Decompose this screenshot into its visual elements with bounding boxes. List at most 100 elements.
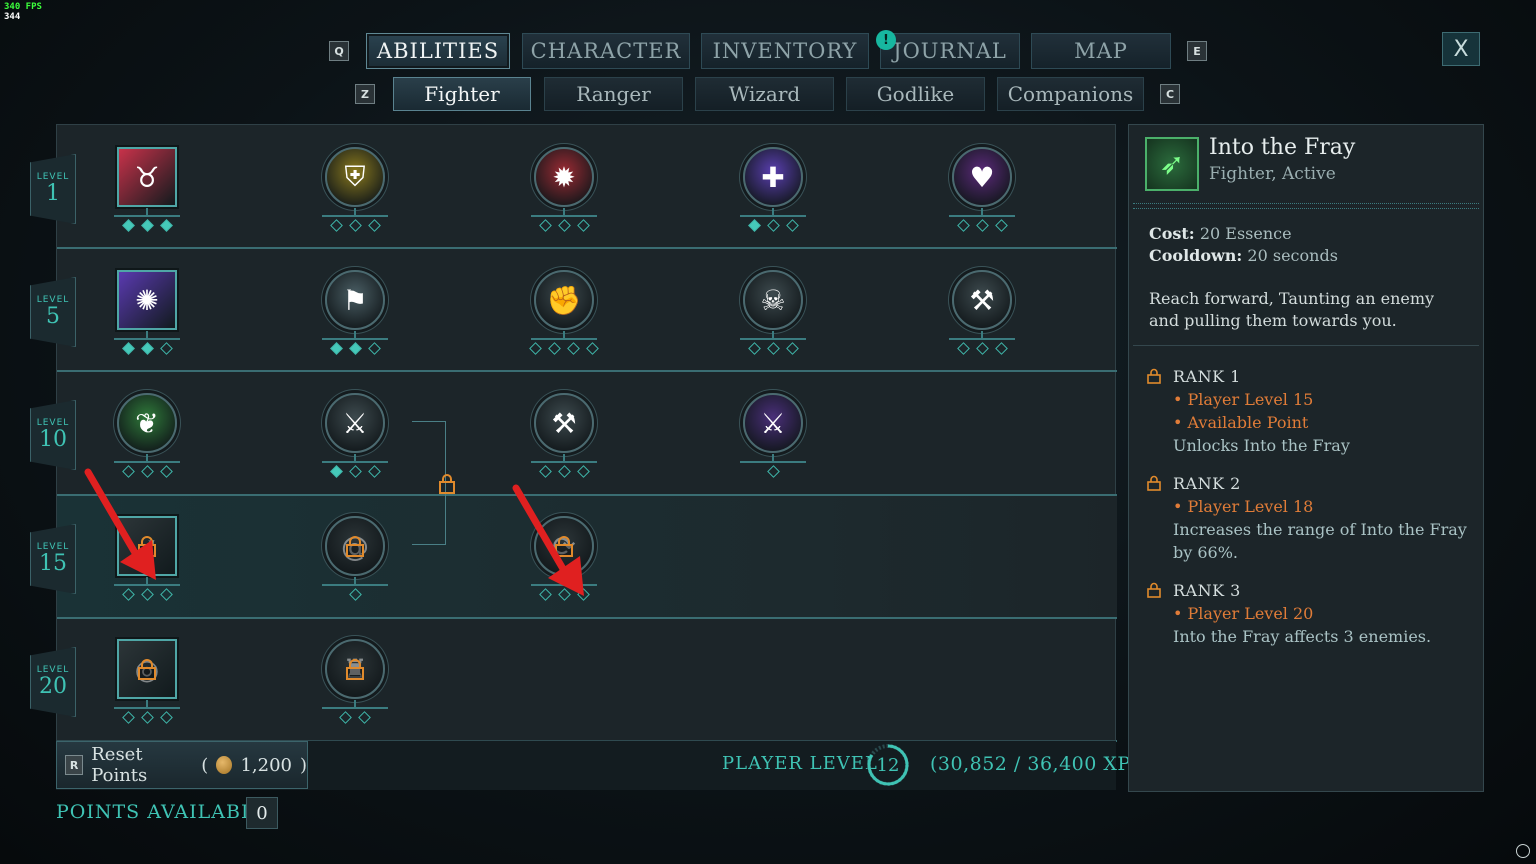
xp-progress-text: (30,852 / 36,400 XP) <box>930 753 1139 775</box>
shield-icon[interactable]: ⛨ <box>325 147 385 207</box>
close-button[interactable]: X <box>1442 32 1480 66</box>
rank-title: RANK 3 <box>1173 581 1241 600</box>
prev-class-key[interactable]: Z <box>355 84 375 104</box>
ability-detail-panel: ➶ Into the Fray Fighter, Active Cost: 20… <box>1128 124 1484 792</box>
tab-ranger[interactable]: Ranger <box>544 77 683 111</box>
tab-abilities[interactable]: ABILITIES <box>366 33 510 69</box>
journal-notification-badge: ! <box>876 30 896 50</box>
rank-pips <box>107 342 187 356</box>
next-tab-key[interactable]: E <box>1187 41 1207 61</box>
rank-pip <box>159 342 173 355</box>
ability-stand <box>114 707 180 709</box>
settings-icon[interactable] <box>1516 844 1530 858</box>
rank-pips <box>524 219 604 233</box>
tab-companions[interactable]: Companions <box>997 77 1144 111</box>
rank-pip <box>140 711 154 724</box>
rank-pip <box>348 342 362 355</box>
tab-journal[interactable]: JOURNAL <box>880 33 1020 69</box>
row-divider <box>57 247 1117 249</box>
crossed-swords-icon[interactable]: ⚔ <box>743 393 803 453</box>
ability-glyph: ⚒ <box>551 406 577 440</box>
prev-tab-key[interactable]: Q <box>329 41 349 61</box>
ability-tree: ♉⛨✹✚♥✺⚑✊☠⚒❦⚔⚒⚔➶@⟳◎♜ <box>56 124 1117 790</box>
ability-stand <box>322 707 388 709</box>
tab-wizard[interactable]: Wizard <box>695 77 834 111</box>
rank-pips <box>315 711 395 725</box>
rank-pip <box>348 219 362 232</box>
tab-inventory[interactable]: INVENTORY <box>701 33 869 69</box>
row-divider <box>57 617 1117 619</box>
rank-pips <box>524 342 604 356</box>
player-level-label: PLAYER LEVEL <box>722 753 878 774</box>
rank-pip <box>557 465 571 478</box>
lock-icon <box>138 659 156 680</box>
level-value: 1 <box>46 181 60 206</box>
tab-fighter[interactable]: Fighter <box>393 77 531 111</box>
rank-pip <box>557 219 571 232</box>
level-marker-20: LEVEL 20 <box>30 647 76 717</box>
rank-pip <box>956 219 970 232</box>
rank-pip <box>140 588 154 601</box>
ability-stand <box>531 215 597 217</box>
skull-sword-icon[interactable]: ☠ <box>743 270 803 330</box>
hammer-icon[interactable]: ⚒ <box>534 393 594 453</box>
sword-shield-icon[interactable]: ⚔ <box>325 393 385 453</box>
rank-pips <box>107 588 187 602</box>
heart-icon[interactable]: ♥ <box>952 147 1012 207</box>
rank-pip <box>747 342 761 355</box>
spiral-icon[interactable]: @ <box>325 516 385 576</box>
rank-pip <box>121 342 135 355</box>
rank-pip <box>159 219 173 232</box>
tab-character[interactable]: CHARACTER <box>522 33 690 69</box>
rank-pips <box>942 342 1022 356</box>
tab-godlike[interactable]: Godlike <box>846 77 985 111</box>
ability-stand <box>322 584 388 586</box>
ability-glyph: ✺ <box>135 283 159 317</box>
rank-pip <box>329 342 343 355</box>
ability-stand <box>322 461 388 463</box>
level-value: 20 <box>39 674 67 699</box>
level-marker-5: LEVEL 5 <box>30 277 76 347</box>
fps-value: 344 <box>4 12 21 22</box>
row-divider <box>57 370 1117 372</box>
ability-stand <box>949 338 1015 340</box>
rank-pip <box>140 219 154 232</box>
fighter-icon[interactable]: ♜ <box>325 639 385 699</box>
rank-pips <box>733 342 813 356</box>
reset-key: R <box>65 755 84 775</box>
paren-close: ) <box>299 754 308 776</box>
rank-pip <box>367 342 381 355</box>
rank-pip <box>159 711 173 724</box>
burst-shield-icon[interactable]: ✹ <box>534 147 594 207</box>
crosses-icon[interactable]: ✚ <box>743 147 803 207</box>
reset-points-button[interactable]: R Reset Points ( 1,200 ) <box>56 741 308 789</box>
level-marker-10: LEVEL 10 <box>30 400 76 470</box>
rank-pip <box>348 465 362 478</box>
banner-icon[interactable]: ⚑ <box>325 270 385 330</box>
level-value: 15 <box>39 551 67 576</box>
fist-icon[interactable]: ✊ <box>534 270 594 330</box>
bull-icon[interactable]: ♉ <box>117 147 177 207</box>
rank-pips <box>942 219 1022 233</box>
beast-icon[interactable]: ✺ <box>117 270 177 330</box>
next-class-key[interactable]: C <box>1160 84 1180 104</box>
vortex-icon[interactable]: ◎ <box>117 639 177 699</box>
paren-open: ( <box>201 754 209 776</box>
rank-pips <box>524 465 604 479</box>
rank-pips <box>315 588 395 602</box>
rank-pip <box>567 342 580 355</box>
fps-line: 340 FPS <box>4 2 42 12</box>
cost-value: 20 Essence <box>1199 224 1292 243</box>
ability-stand <box>531 338 597 340</box>
tab-map[interactable]: MAP <box>1031 33 1171 69</box>
lock-icon <box>1147 582 1161 598</box>
fps-counter: 340 FPS 344 <box>4 2 42 22</box>
player-level-ring: 12 <box>862 742 914 788</box>
axe-icon[interactable]: ⚒ <box>952 270 1012 330</box>
grass-icon[interactable]: ❦ <box>117 393 177 453</box>
rank-pips <box>733 219 813 233</box>
rank-pip <box>329 465 343 478</box>
rank-title: RANK 1 <box>1173 367 1241 386</box>
level-marker-1: LEVEL 1 <box>30 154 76 224</box>
into-the-fray-icon: ➶ <box>1145 137 1199 191</box>
